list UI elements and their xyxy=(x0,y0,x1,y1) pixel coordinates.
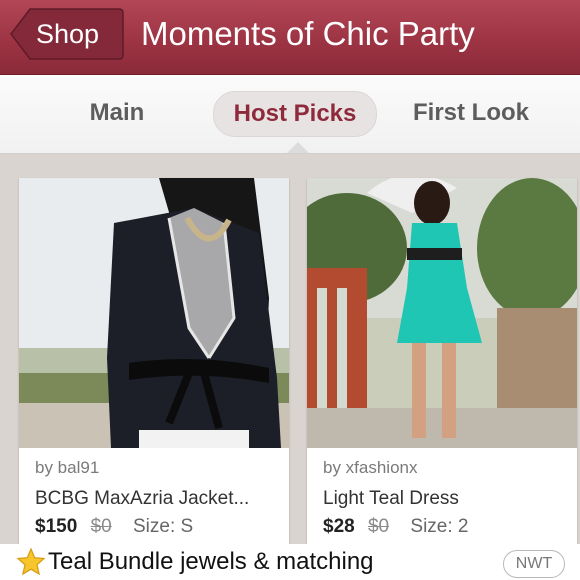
star-icon xyxy=(16,547,46,576)
listing-size: Size: 2 xyxy=(410,516,469,537)
original-price: $0 xyxy=(367,516,390,537)
listing-grid: by bal91 BCBG MaxAzria Jacket... $150 $0… xyxy=(0,154,580,580)
nwt-badge: NWT xyxy=(503,550,565,578)
jacket-photo xyxy=(19,178,289,448)
shop-back-button[interactable]: Shop xyxy=(10,8,124,60)
caption-text: Teal Bundle jewels & matching xyxy=(48,548,374,575)
price-row: $150 $0 Size: S xyxy=(35,516,193,538)
price-row: $28 $0 Size: 2 xyxy=(323,516,469,538)
page-title: Moments of Chic Party xyxy=(141,15,475,52)
listing-title[interactable]: Light Teal Dress xyxy=(323,488,459,510)
header-bar: Shop Moments of Chic Party xyxy=(0,0,580,75)
original-price: $0 xyxy=(90,516,112,537)
tab-host-picks[interactable]: Host Picks xyxy=(213,91,377,137)
back-button-label: Shop xyxy=(36,19,100,49)
listing-price: $28 xyxy=(323,516,355,537)
active-tab-pointer xyxy=(287,142,309,153)
party-page: Shop Moments of Chic Party Main Host Pic… xyxy=(0,0,580,580)
listing-price: $150 xyxy=(35,516,78,537)
seller-username[interactable]: by bal91 xyxy=(35,458,99,478)
caption-strip: Teal Bundle jewels & matching NWT xyxy=(0,544,580,580)
seller-username[interactable]: by xfashionx xyxy=(323,458,418,478)
listing-photo-dress[interactable] xyxy=(307,178,577,448)
listing-title[interactable]: BCBG MaxAzria Jacket... xyxy=(35,488,249,510)
tab-main[interactable]: Main xyxy=(72,91,162,135)
listing-photo-jacket[interactable] xyxy=(19,178,289,448)
listing-card[interactable]: by bal91 BCBG MaxAzria Jacket... $150 $0… xyxy=(19,178,289,558)
listing-card[interactable]: by xfashionx Light Teal Dress $28 $0 Siz… xyxy=(307,178,577,558)
dress-photo xyxy=(307,178,577,448)
tab-first-look[interactable]: First Look xyxy=(400,91,542,135)
listing-size: Size: S xyxy=(132,516,194,537)
